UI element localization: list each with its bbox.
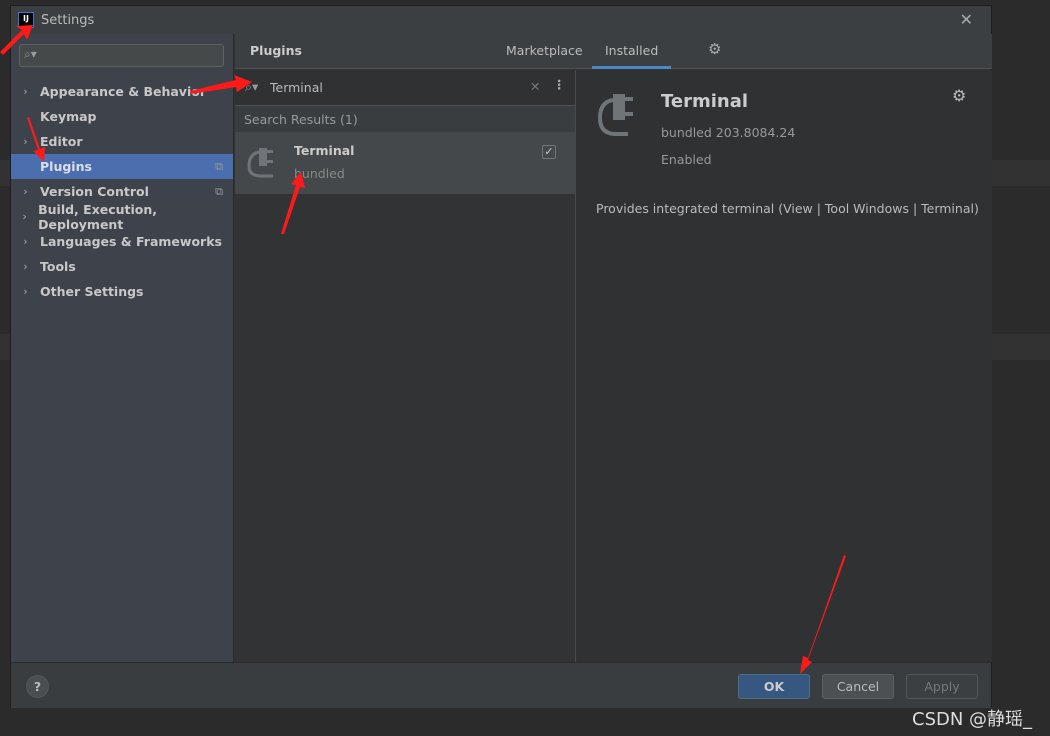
sidebar-item-label: Tools [40,259,76,274]
search-icon: ⌕▾ [24,47,37,61]
sidebar-item-appearance-behavior[interactable]: › Appearance & Behavior [11,79,233,104]
sidebar-item-label: Other Settings [40,284,144,299]
sidebar-item-label: Appearance & Behavior [40,84,206,99]
plugin-list-panel: ⌕▾ Terminal ✕ ⋮ Search Results (1) Termi… [235,70,576,662]
enable-checkbox[interactable]: ✓ [542,145,556,159]
sidebar-item-plugins[interactable]: Plugins ⧉ [11,154,233,179]
sidebar-item-label: Languages & Frameworks [40,234,222,249]
watermark: CSDN @静瑶_ [912,709,1033,730]
page-title: Plugins [250,43,302,58]
gear-icon[interactable]: ⚙ [952,86,966,105]
sidebar-item-languages-frameworks[interactable]: › Languages & Frameworks [11,229,233,254]
sidebar-search-input[interactable]: ⌕▾ [19,44,224,67]
chevron-right-icon: › [23,185,28,198]
plugin-list-item[interactable]: Terminal bundled ✓ [235,132,576,194]
chevron-right-icon: › [23,135,28,148]
sidebar-item-label: Keymap [40,109,97,124]
intellij-logo-icon: IJ [18,12,34,28]
settings-dialog: IJ Settings ✕ ⌕▾ › Appearance & Behavior K… [10,5,992,708]
gear-icon[interactable]: ⚙ [708,40,721,58]
search-results-label: Search Results (1) [235,106,575,132]
sidebar-item-label: Editor [40,134,83,149]
search-value[interactable]: Terminal [270,80,323,95]
sidebar-item-label: Version Control [40,184,149,199]
help-button[interactable]: ? [26,675,49,698]
project-scope-icon: ⧉ [215,159,223,173]
clear-icon[interactable]: ✕ [530,79,540,94]
chevron-right-icon: › [23,260,28,273]
cancel-button[interactable]: Cancel [822,674,894,699]
project-scope-icon: ⧉ [215,184,223,198]
sidebar-item-keymap[interactable]: Keymap [11,104,233,129]
detail-status: Enabled [661,152,712,167]
settings-tree: › Appearance & Behavior Keymap › Editor Plugi… [11,79,233,304]
plugin-search-input[interactable]: ⌕▾ Terminal ✕ ⋮ [235,70,575,106]
sidebar-item-other-settings[interactable]: › Other Settings [11,279,233,304]
sidebar-item-version-control[interactable]: › Version Control ⧉ [11,179,233,204]
close-icon[interactable]: ✕ [960,10,973,29]
more-options-icon[interactable]: ⋮ [553,77,566,92]
apply-button[interactable]: Apply [906,674,978,699]
tab-installed[interactable]: Installed [605,43,658,58]
sidebar-item-editor[interactable]: › Editor [11,129,233,154]
plugin-subtitle: bundled [294,166,345,181]
plug-icon [247,148,273,178]
detail-description: Provides integrated terminal (View | Too… [596,201,979,216]
plugin-detail-panel: Terminal bundled 203.8084.24 Enabled ⚙ P… [577,70,992,662]
active-tab-indicator [592,66,671,69]
settings-sidebar: ⌕▾ › Appearance & Behavior Keymap › Editor Pl… [11,34,234,662]
sidebar-item-label: Plugins [40,159,92,174]
window-title: Settings [41,12,95,28]
chevron-right-icon: › [23,235,28,248]
sidebar-item-label: Build, Execution, Deployment [38,201,158,232]
tab-marketplace[interactable]: Marketplace [506,43,583,58]
search-icon: ⌕▾ [245,79,259,94]
plugins-header: Plugins Marketplace Installed ⚙ [235,34,992,69]
sidebar-item-tools[interactable]: › Tools [11,254,233,279]
dialog-footer: ? OK Cancel Apply [11,662,991,708]
plugin-name: Terminal [294,143,355,158]
title-bar: IJ Settings ✕ [11,6,991,34]
detail-plugin-name: Terminal [661,91,749,112]
plug-icon [597,94,633,136]
chevron-right-icon: › [23,85,28,98]
chevron-right-icon: › [23,285,28,298]
sidebar-item-build-execution-deployment[interactable]: › Build, Execution, Deployment [11,201,233,232]
chevron-right-icon: › [22,210,27,223]
detail-version: bundled 203.8084.24 [661,125,796,140]
ok-button[interactable]: OK [738,674,810,699]
